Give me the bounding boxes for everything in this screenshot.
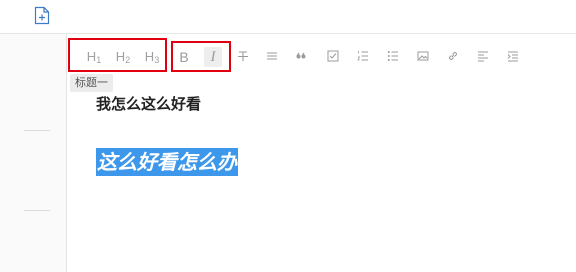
left-sidebar xyxy=(0,34,67,272)
ordered-list-icon[interactable] xyxy=(356,47,370,67)
horizontal-rule-icon[interactable] xyxy=(265,47,279,67)
new-document-icon[interactable] xyxy=(34,6,50,25)
image-icon[interactable] xyxy=(416,47,430,67)
link-icon[interactable] xyxy=(446,47,460,67)
top-bar xyxy=(0,0,576,34)
checkbox-icon[interactable] xyxy=(326,47,340,67)
heading-tooltip: 标题一 xyxy=(70,74,113,92)
document-heading[interactable]: 我怎么这么好看 xyxy=(96,92,201,116)
divider xyxy=(24,130,50,131)
quote-icon[interactable] xyxy=(294,47,308,67)
unordered-list-icon[interactable] xyxy=(386,47,400,67)
strikethrough-icon[interactable] xyxy=(236,47,250,67)
indent-icon[interactable] xyxy=(506,47,520,67)
format-buttons-highlight xyxy=(171,41,231,72)
heading-buttons-highlight xyxy=(68,38,167,72)
align-left-icon[interactable] xyxy=(476,47,490,67)
divider xyxy=(24,210,50,211)
selected-text[interactable]: 这么好看怎么办 xyxy=(96,148,238,176)
